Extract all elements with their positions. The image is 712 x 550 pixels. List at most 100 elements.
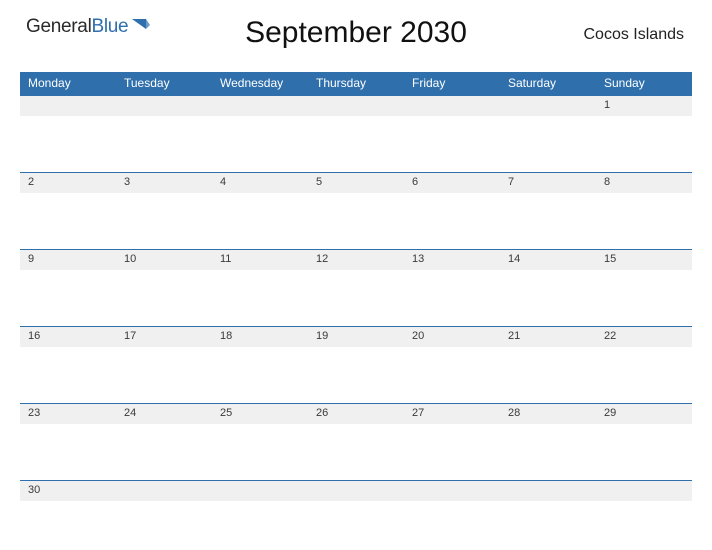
day-body-cell <box>500 501 596 537</box>
day-body-cell <box>596 424 692 480</box>
day-body-cell <box>212 193 308 249</box>
day-body-cell <box>20 270 116 326</box>
calendar-week-body <box>20 424 692 480</box>
date-cell: 21 <box>500 327 596 347</box>
date-cell <box>116 96 212 116</box>
date-cell <box>500 481 596 501</box>
date-cell: 9 <box>20 250 116 270</box>
day-body-cell <box>500 347 596 403</box>
day-body-cell <box>20 347 116 403</box>
day-body-cell <box>500 193 596 249</box>
day-body-cell <box>596 501 692 537</box>
calendar-week-dates: 23 24 25 26 27 28 29 <box>20 403 692 424</box>
logo-suffix: Blue <box>92 16 129 37</box>
day-body-cell <box>212 116 308 172</box>
day-body-cell <box>308 270 404 326</box>
date-cell: 30 <box>20 481 116 501</box>
date-cell: 24 <box>116 404 212 424</box>
date-cell <box>596 481 692 501</box>
calendar-week-body <box>20 501 692 537</box>
day-body-cell <box>308 424 404 480</box>
day-body-cell <box>20 424 116 480</box>
date-cell: 13 <box>404 250 500 270</box>
calendar-week-body <box>20 193 692 249</box>
date-cell: 15 <box>596 250 692 270</box>
region-label: Cocos Islands <box>584 26 685 44</box>
date-cell <box>404 96 500 116</box>
day-header-cell: Wednesday <box>212 72 308 95</box>
date-cell <box>308 96 404 116</box>
date-cell: 16 <box>20 327 116 347</box>
day-header-cell: Friday <box>404 72 500 95</box>
date-cell: 1 <box>596 96 692 116</box>
day-body-cell <box>116 116 212 172</box>
date-cell: 18 <box>212 327 308 347</box>
date-cell <box>308 481 404 501</box>
day-body-cell <box>20 501 116 537</box>
day-body-cell <box>404 501 500 537</box>
calendar-week-dates: 2 3 4 5 6 7 8 <box>20 172 692 193</box>
day-body-cell <box>20 116 116 172</box>
calendar-header: GeneralBlue September 2030 Cocos Islands <box>20 12 692 66</box>
date-cell: 20 <box>404 327 500 347</box>
date-cell: 12 <box>308 250 404 270</box>
day-body-cell <box>212 270 308 326</box>
day-body-cell <box>308 116 404 172</box>
day-body-cell <box>20 193 116 249</box>
day-body-cell <box>404 347 500 403</box>
day-body-cell <box>500 116 596 172</box>
day-header-cell: Tuesday <box>116 72 212 95</box>
date-cell: 22 <box>596 327 692 347</box>
calendar-week-body <box>20 116 692 172</box>
date-cell: 29 <box>596 404 692 424</box>
day-body-cell <box>116 424 212 480</box>
date-cell <box>20 96 116 116</box>
day-body-cell <box>308 193 404 249</box>
calendar-week-dates: 1 <box>20 95 692 116</box>
date-cell: 2 <box>20 173 116 193</box>
day-body-cell <box>500 270 596 326</box>
day-body-cell <box>116 347 212 403</box>
day-body-cell <box>404 116 500 172</box>
day-body-cell <box>404 424 500 480</box>
date-cell: 8 <box>596 173 692 193</box>
calendar-week-body <box>20 270 692 326</box>
day-body-cell <box>116 270 212 326</box>
day-header-cell: Monday <box>20 72 116 95</box>
logo-prefix: General <box>26 16 92 37</box>
day-body-cell <box>116 501 212 537</box>
calendar-grid: Monday Tuesday Wednesday Thursday Friday… <box>20 72 692 537</box>
day-body-cell <box>212 347 308 403</box>
date-cell: 17 <box>116 327 212 347</box>
day-body-cell <box>500 424 596 480</box>
day-body-cell <box>596 270 692 326</box>
logo-text: GeneralBlue <box>26 16 128 38</box>
calendar-week-dates: 9 10 11 12 13 14 15 <box>20 249 692 270</box>
day-body-cell <box>212 501 308 537</box>
day-body-cell <box>596 347 692 403</box>
day-body-cell <box>116 193 212 249</box>
date-cell: 28 <box>500 404 596 424</box>
date-cell: 23 <box>20 404 116 424</box>
date-cell <box>212 96 308 116</box>
day-header-cell: Thursday <box>308 72 404 95</box>
date-cell <box>116 481 212 501</box>
date-cell: 26 <box>308 404 404 424</box>
date-cell: 5 <box>308 173 404 193</box>
date-cell: 10 <box>116 250 212 270</box>
date-cell: 3 <box>116 173 212 193</box>
date-cell <box>212 481 308 501</box>
calendar-week-dates: 16 17 18 19 20 21 22 <box>20 326 692 347</box>
date-cell: 11 <box>212 250 308 270</box>
brand-logo: GeneralBlue <box>26 16 150 42</box>
day-body-cell <box>596 193 692 249</box>
date-cell: 27 <box>404 404 500 424</box>
date-cell: 14 <box>500 250 596 270</box>
date-cell: 4 <box>212 173 308 193</box>
day-body-cell <box>308 501 404 537</box>
date-cell: 25 <box>212 404 308 424</box>
date-cell <box>404 481 500 501</box>
day-header-row: Monday Tuesday Wednesday Thursday Friday… <box>20 72 692 95</box>
day-body-cell <box>404 193 500 249</box>
day-body-cell <box>596 116 692 172</box>
